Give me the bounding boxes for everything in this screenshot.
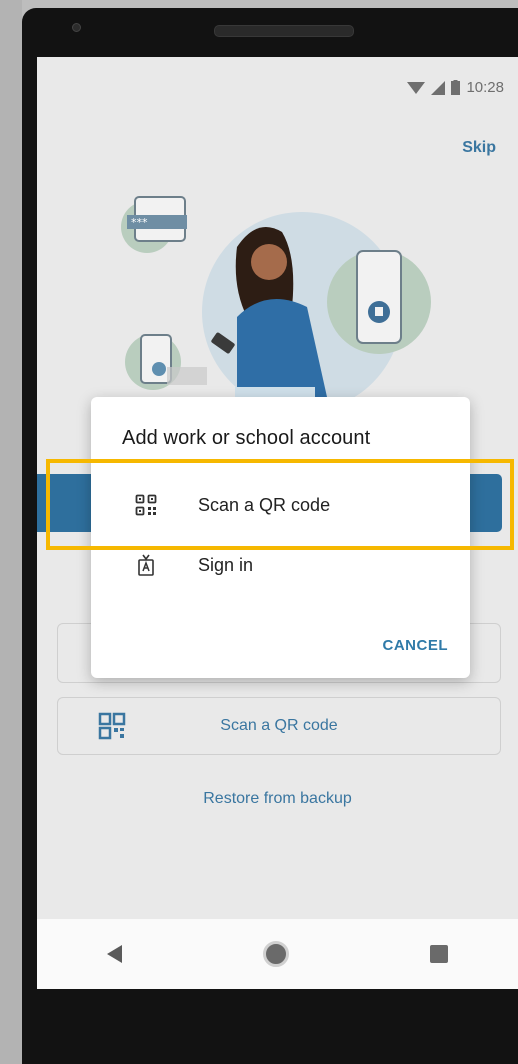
svg-text:***: ***	[131, 216, 148, 229]
restore-from-backup-link[interactable]: Restore from backup	[37, 790, 518, 808]
dialog-title: Add work or school account	[122, 427, 371, 449]
status-time: 10:28	[466, 79, 504, 96]
back-icon[interactable]	[107, 945, 123, 963]
scan-qr-label: Scan a QR code	[220, 717, 338, 734]
status-bar: 10:28	[37, 57, 518, 113]
wifi-icon	[407, 81, 426, 94]
scan-qr-option[interactable]: Scan a QR code	[91, 481, 470, 529]
qr-code-icon	[135, 494, 157, 516]
add-account-dialog: Add work or school account Scan a QR cod…	[91, 397, 470, 678]
recent-apps-icon[interactable]	[429, 945, 448, 963]
badge-icon	[138, 554, 154, 576]
navigation-bar	[37, 919, 518, 989]
status-icons: 10:28	[407, 79, 504, 96]
front-camera	[72, 23, 81, 32]
home-icon[interactable]	[262, 941, 289, 967]
sign-in-option[interactable]: Sign in	[91, 541, 470, 589]
cancel-button[interactable]: CANCEL	[383, 637, 449, 654]
battery-icon	[451, 80, 461, 95]
sign-in-option-label: Sign in	[198, 554, 254, 575]
scan-qr-button[interactable]: Scan a QR code	[57, 697, 501, 755]
skip-link[interactable]: Skip	[462, 139, 496, 157]
earpiece-speaker	[214, 25, 354, 37]
background-strip	[0, 0, 22, 1064]
scan-qr-option-label: Scan a QR code	[198, 494, 331, 515]
signal-icon	[431, 80, 446, 95]
